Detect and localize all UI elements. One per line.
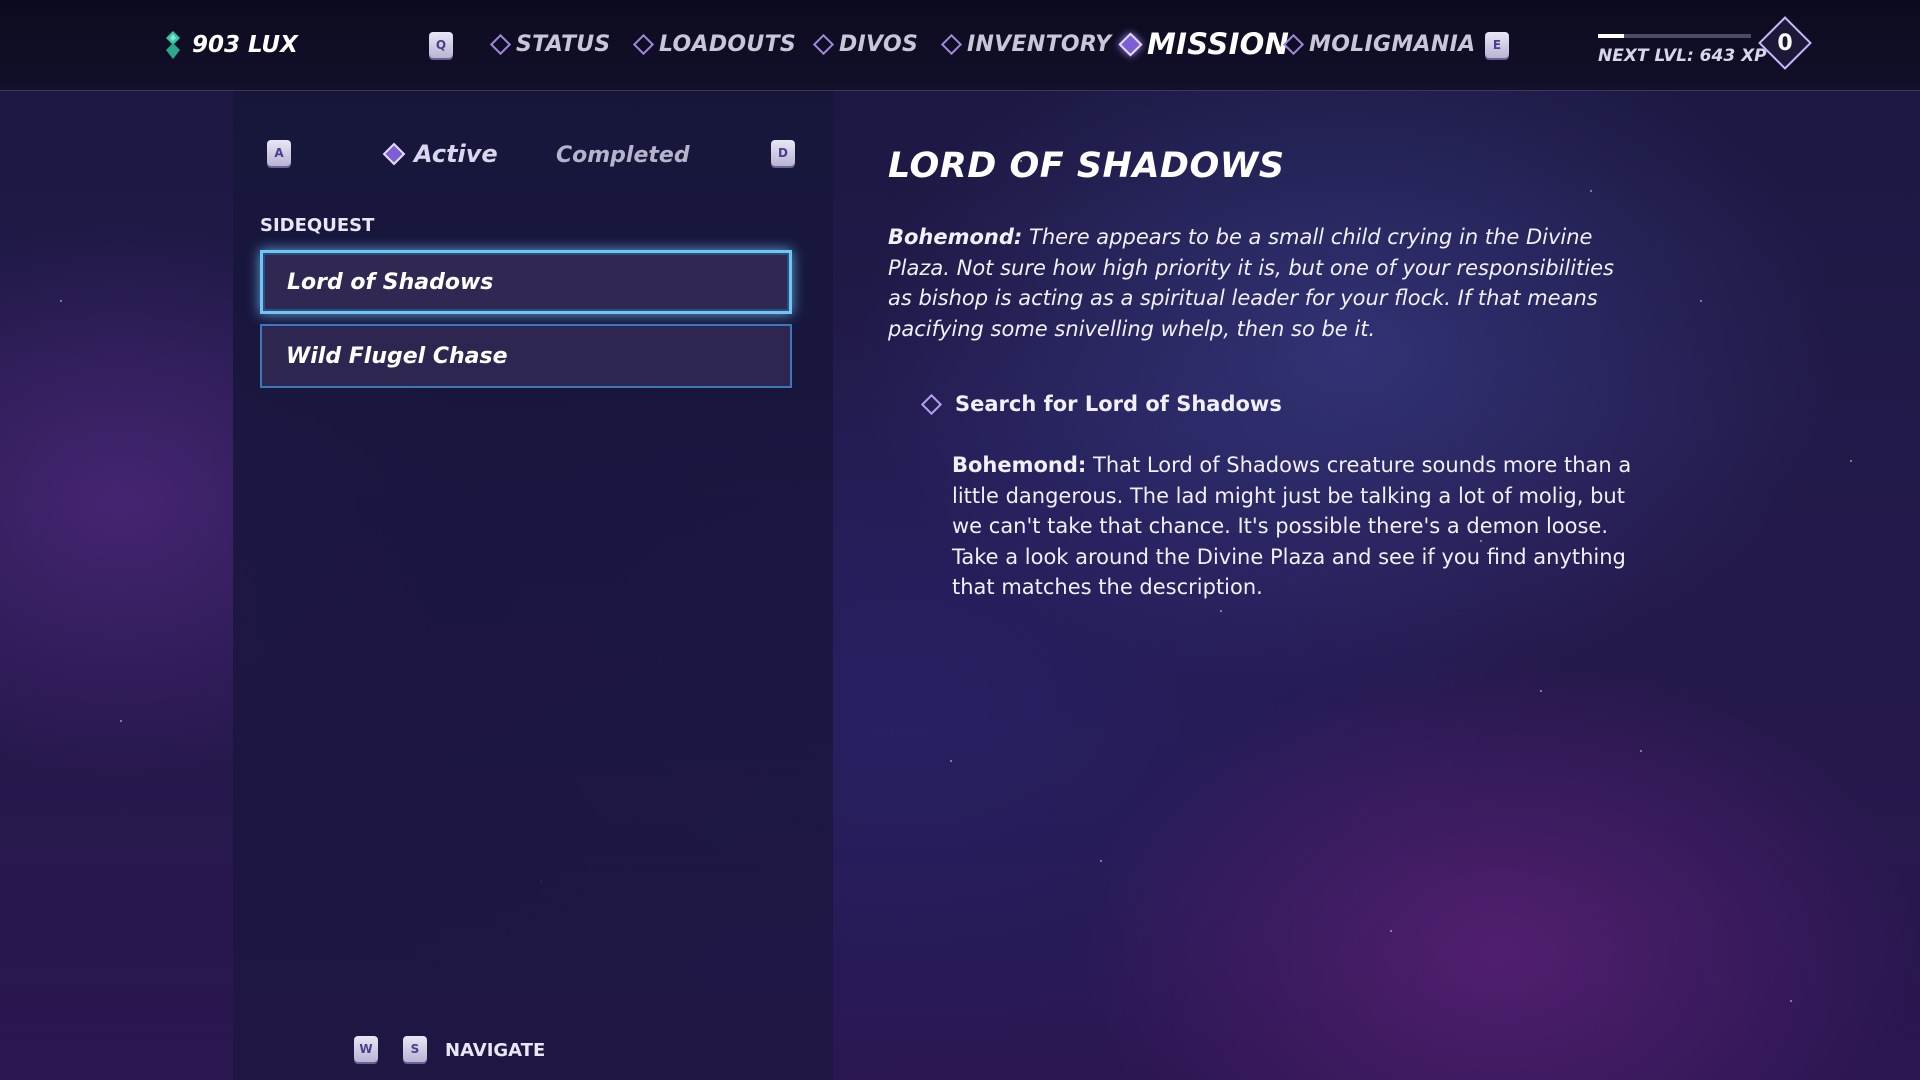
mission-description: Bohemond: There appears to be a small ch… (888, 222, 1628, 344)
diamond-icon (812, 33, 835, 56)
mission-objective: Search for Lord of Shadows (920, 392, 1282, 416)
diamond-filled-icon (382, 142, 406, 166)
next-level-xp: NEXT LVL: 643 XP (1598, 46, 1767, 66)
navigate-hint: NAVIGATE (445, 1040, 546, 1061)
xp-progress-fill (1598, 34, 1624, 38)
quest-item-wild-flugel-chase[interactable]: Wild Flugel Chase (260, 324, 792, 388)
quest-name: Wild Flugel Chase (286, 343, 508, 369)
next-tab-key[interactable]: E (1485, 32, 1509, 58)
prev-tab-key[interactable]: Q (429, 32, 453, 58)
tab-mission[interactable]: MISSION (1118, 27, 1289, 61)
objective-diamond-icon (920, 393, 943, 415)
player-level: 0 (1777, 30, 1793, 56)
quest-item-lord-of-shadows[interactable]: Lord of Shadows (260, 250, 792, 314)
speaker-name: Bohemond: (888, 225, 1023, 249)
currency-display: 903 LUX (164, 30, 298, 60)
navigate-down-key: S (403, 1036, 427, 1062)
diamond-filled-icon (1118, 31, 1143, 57)
mission-title: LORD OF SHADOWS (888, 146, 1285, 186)
section-title: SIDEQUEST (260, 215, 375, 236)
filter-active-tab[interactable]: Active (382, 140, 498, 168)
filter-left-key[interactable]: A (267, 140, 291, 166)
tab-loadouts[interactable]: LOADOUTS (632, 32, 796, 57)
speaker-name: Bohemond: (952, 453, 1087, 477)
tab-inventory[interactable]: INVENTORY (940, 32, 1111, 57)
navigate-up-key: W (354, 1036, 378, 1062)
diamond-icon (489, 33, 512, 56)
tab-moligmania[interactable]: MOLIGMANIA (1282, 32, 1475, 57)
xp-progress-bar (1598, 34, 1751, 38)
top-nav-bar: 903 LUX Q STATUS LOADOUTS DIVOS INVENTOR… (0, 0, 1920, 91)
diamond-icon (940, 33, 963, 56)
objective-description: Bohemond: That Lord of Shadows creature … (952, 450, 1632, 603)
mission-list-panel (233, 91, 833, 1080)
quest-name: Lord of Shadows (287, 269, 494, 295)
tab-divos[interactable]: DIVOS (812, 32, 918, 57)
currency-amount: 903 LUX (192, 32, 298, 58)
filter-completed-tab[interactable]: Completed (556, 143, 690, 168)
diamond-icon (632, 33, 655, 56)
lux-currency-icon (166, 31, 180, 59)
filter-right-key[interactable]: D (771, 140, 795, 166)
tab-status[interactable]: STATUS (489, 32, 611, 57)
diamond-icon (1282, 33, 1305, 56)
